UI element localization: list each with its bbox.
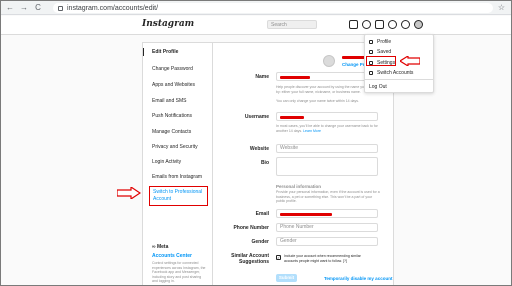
forward-icon[interactable]: → (19, 3, 29, 13)
search-input[interactable]: Search (267, 20, 317, 29)
phone-label: Phone Number (233, 225, 269, 231)
gender-input[interactable]: Gender (276, 237, 378, 246)
sidebar-item-change-password[interactable]: Change Password (152, 66, 193, 72)
messenger-icon[interactable] (362, 20, 371, 29)
switch-professional-arrow-icon (117, 187, 141, 199)
lock-icon (58, 5, 63, 11)
username-note-text: In most cases, you'll be able to change … (276, 124, 373, 128)
similar-accounts-label: Similar Account Suggestions (231, 253, 269, 265)
similar-accounts-checkbox[interactable]: ✓ (276, 255, 281, 260)
personal-info-note: Provide your personal information, even … (276, 190, 380, 203)
similar-accounts-help-link[interactable]: [?] (343, 259, 347, 263)
sidebar-item-manage-contacts[interactable]: Manage Contacts (152, 129, 191, 135)
username-note: In most cases, you'll be able to change … (276, 124, 381, 133)
explore-icon[interactable] (388, 20, 397, 29)
bookmark-icon (369, 50, 373, 54)
phone-input[interactable]: Phone Number (276, 223, 378, 232)
username-input[interactable] (276, 112, 378, 121)
email-input[interactable] (276, 209, 378, 218)
settings-arrow-icon (400, 56, 420, 66)
dropdown-item-saved[interactable]: Saved (369, 48, 391, 56)
meta-logo: ∞ Meta (152, 244, 169, 250)
switch-professional-highlight: Switch to Professional Account (149, 186, 208, 206)
header-icons (349, 20, 423, 29)
reload-icon[interactable]: C (33, 3, 43, 13)
website-label: Website (249, 146, 269, 152)
sidebar-item-privacy-security[interactable]: Privacy and Security (152, 144, 198, 150)
profile-photo[interactable] (323, 55, 335, 67)
sidebar-item-email-sms[interactable]: Email and SMS (152, 98, 186, 104)
settings-card: Edit Profile Change Password Apps and We… (142, 42, 394, 285)
sidebar-item-edit-profile[interactable]: Edit Profile (152, 49, 178, 55)
personal-info-title: Personal information (276, 184, 322, 189)
gender-label: Gender (251, 239, 269, 245)
bio-textarea[interactable] (276, 157, 378, 176)
dropdown-item-profile[interactable]: Profile (369, 38, 391, 46)
name-input[interactable] (276, 72, 378, 81)
profile-icon (369, 40, 373, 44)
disable-account-link[interactable]: Temporarily disable my account (324, 276, 392, 281)
sidebar-item-push-notifications[interactable]: Push Notifications (152, 113, 192, 119)
learn-more-link[interactable]: Learn More (303, 129, 321, 133)
url-text: instagram.com/accounts/edit/ (67, 4, 159, 12)
dropdown-divider (365, 79, 433, 81)
redacted-email (280, 213, 332, 216)
username-label: Username (244, 114, 269, 120)
settings-highlight (366, 56, 396, 66)
similar-accounts-text: Include your account when recommending s… (284, 254, 374, 263)
bio-label: Bio (260, 160, 269, 166)
browser-toolbar: ← → C instagram.com/accounts/edit/ ☆ (1, 1, 511, 15)
redacted-name (280, 76, 310, 79)
switch-icon (369, 71, 373, 75)
new-post-icon[interactable] (375, 20, 384, 29)
email-label: Email (255, 211, 269, 217)
home-icon[interactable] (349, 20, 358, 29)
address-bar[interactable]: instagram.com/accounts/edit/ (53, 3, 493, 13)
switch-professional-link[interactable]: Switch to Professional Account (153, 189, 205, 203)
screenshot-frame: ← → C instagram.com/accounts/edit/ ☆ Ins… (0, 0, 512, 286)
sidebar-item-login-activity[interactable]: Login Activity (152, 159, 181, 165)
bookmark-star-icon[interactable]: ☆ (498, 3, 505, 12)
dropdown-item-saved-label: Saved (377, 49, 392, 55)
sidebar-item-emails-instagram[interactable]: Emails from Instagram (152, 174, 202, 180)
dropdown-item-logout[interactable]: Log Out (369, 83, 387, 91)
active-indicator (143, 48, 144, 56)
profile-avatar[interactable] (414, 20, 423, 29)
accounts-center-description: Control settings for connected experienc… (152, 261, 206, 283)
similar-accounts-text-body: Include your account when recommending s… (284, 254, 361, 263)
activity-icon[interactable] (401, 20, 410, 29)
redacted-username-value (280, 116, 304, 119)
sidebar-item-apps-websites[interactable]: Apps and Websites (152, 82, 195, 88)
instagram-logo[interactable]: Instagram (142, 19, 194, 29)
accounts-center-link[interactable]: Accounts Center (152, 253, 192, 259)
name-note-limit: You can only change your name twice with… (276, 99, 359, 103)
instagram-header: Instagram Search (1, 16, 511, 35)
website-input[interactable]: Website (276, 144, 378, 153)
back-icon[interactable]: ← (5, 3, 15, 13)
dropdown-item-switch-label: Switch Accounts (377, 70, 414, 76)
dropdown-item-profile-label: Profile (377, 39, 392, 45)
settings-sidebar: Edit Profile Change Password Apps and We… (143, 43, 213, 285)
dropdown-item-switch-accounts[interactable]: Switch Accounts (369, 69, 413, 77)
name-label: Name (255, 74, 269, 80)
submit-button[interactable]: Submit (276, 274, 297, 282)
